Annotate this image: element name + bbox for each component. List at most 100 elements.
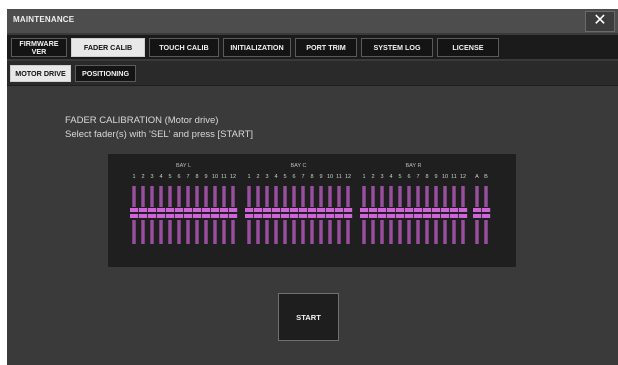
fader-knob: [229, 214, 238, 218]
fader-track-lower: [222, 220, 224, 244]
fader-track-upper: [301, 186, 303, 207]
fader-track-upper: [330, 186, 332, 207]
channel-label: 9: [319, 174, 322, 180]
channel-label: 2: [141, 174, 144, 180]
start-label: START: [296, 312, 321, 322]
fader-track-upper: [398, 186, 400, 207]
fader-track-upper: [486, 186, 488, 207]
fader-knob: [202, 214, 211, 218]
instruction-text: Select fader(s) with 'SEL' and press [ST…: [65, 129, 254, 140]
fader-track-lower: [265, 220, 267, 244]
fader-knob: [245, 208, 254, 212]
tab-license[interactable]: LICENSE: [437, 38, 499, 57]
fader-track-lower: [231, 220, 233, 244]
subtab-positioning[interactable]: POSITIONING: [75, 65, 136, 82]
fader-knob: [459, 214, 468, 218]
channel-label: 5: [283, 174, 286, 180]
channel-label: 11: [451, 174, 457, 180]
fader-track-lower: [425, 220, 427, 244]
fader-track-upper: [134, 186, 136, 207]
fader-track-lower: [168, 220, 170, 244]
channel-label: 9: [204, 174, 207, 180]
channel-label: 1: [132, 174, 135, 180]
tab-port-trim[interactable]: PORT TRIM: [295, 38, 357, 57]
fader-track-lower: [258, 220, 260, 244]
fader-track-lower: [484, 220, 486, 244]
fader-track-lower: [477, 220, 479, 244]
fader-track-lower: [445, 220, 447, 244]
fader-track-upper: [418, 186, 420, 207]
fader-track-upper: [204, 186, 206, 207]
channel-label: 12: [345, 174, 351, 180]
channel-label: 11: [221, 174, 227, 180]
fader-track-lower: [443, 220, 445, 244]
tab-fader-calib[interactable]: FADER CALIB: [71, 38, 145, 57]
tab-system-log[interactable]: SYSTEM LOG: [361, 38, 433, 57]
channel-label: 3: [380, 174, 383, 180]
fader-track-upper: [213, 186, 215, 207]
fader-track-upper: [303, 186, 305, 207]
fader-knob: [335, 208, 344, 212]
fader-track-upper: [348, 186, 350, 207]
start-button[interactable]: START: [278, 293, 339, 341]
channel-label: 8: [195, 174, 198, 180]
fader-track-upper: [434, 186, 436, 207]
tab-touch-calib[interactable]: TOUCH CALIB: [149, 38, 219, 57]
fader-knob: [281, 214, 290, 218]
fader-track-lower: [400, 220, 402, 244]
fader-knob: [308, 208, 317, 212]
fader-knob: [184, 214, 193, 218]
fader-track-lower: [141, 220, 143, 244]
fader-track-upper: [436, 186, 438, 207]
fader-track-upper: [177, 186, 179, 207]
channel-label: B: [484, 174, 488, 180]
fader-panel: BAY L 1 2 3 4 5 6 7 8 9 10 11 12 BAY C 1 2 3 4 5 6 7 8 9 10 11 12…: [108, 154, 516, 267]
fader-track-upper: [159, 186, 161, 207]
fader-knob: [308, 214, 317, 218]
fader-track-lower: [247, 220, 249, 244]
fader-track-upper: [258, 186, 260, 207]
channel-label: 6: [292, 174, 295, 180]
fader-knob: [139, 214, 148, 218]
fader-track-lower: [294, 220, 296, 244]
fader-track-upper: [346, 186, 348, 207]
fader-knob: [263, 208, 272, 212]
fader-knob: [175, 208, 184, 212]
fader-track-lower: [321, 220, 323, 244]
fader-knob: [263, 214, 272, 218]
fader-track-lower: [179, 220, 181, 244]
fader-track-lower: [461, 220, 463, 244]
fader-knob: [482, 214, 491, 218]
fader-track-upper: [362, 186, 364, 207]
fader-track-lower: [389, 220, 391, 244]
fader-knob: [432, 208, 441, 212]
channel-label: 4: [389, 174, 392, 180]
fader-track-upper: [380, 186, 382, 207]
fader-knob: [387, 208, 396, 212]
fader-track-upper: [337, 186, 339, 207]
tab-firmware-ver[interactable]: FIRMWARE VER: [11, 38, 67, 57]
fader-track-lower: [418, 220, 420, 244]
subtab-motor-drive[interactable]: MOTOR DRIVE: [10, 65, 71, 82]
fader-knob: [202, 208, 211, 212]
fader-track-upper: [285, 186, 287, 207]
fader-track-upper: [197, 186, 199, 207]
fader-track-upper: [294, 186, 296, 207]
close-button[interactable]: ✕: [585, 11, 615, 32]
fader-track-upper: [143, 186, 145, 207]
fader-knob: [405, 208, 414, 212]
fader-track-upper: [391, 186, 393, 207]
fader-track-lower: [463, 220, 465, 244]
tab-initialization[interactable]: INITIALIZATION: [223, 38, 291, 57]
fader-track-upper: [170, 186, 172, 207]
fader-track-lower: [398, 220, 400, 244]
fader-track-upper: [445, 186, 447, 207]
fader-track-lower: [274, 220, 276, 244]
fader-track-upper: [256, 186, 258, 207]
fader-knob: [272, 214, 281, 218]
channel-label: 7: [416, 174, 419, 180]
close-icon: ✕: [593, 12, 607, 29]
fader-knob: [378, 214, 387, 218]
fader-track-lower: [177, 220, 179, 244]
fader-track-upper: [265, 186, 267, 207]
